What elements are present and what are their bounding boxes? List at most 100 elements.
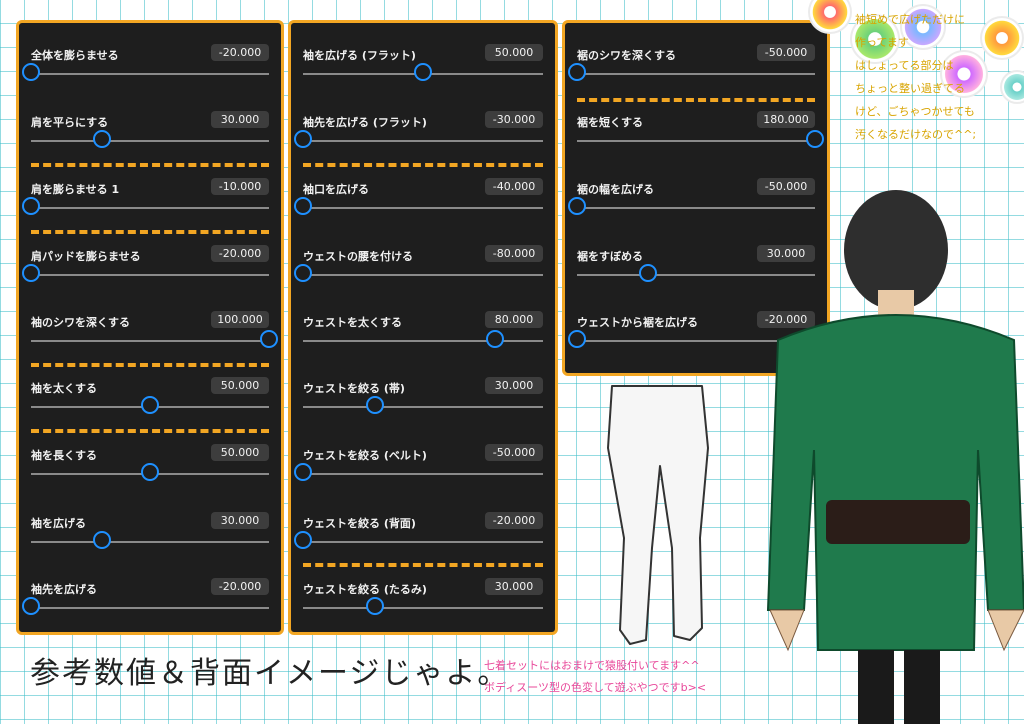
group-separator <box>31 429 269 433</box>
slider-value-field[interactable]: -20.000 <box>211 44 269 61</box>
slider-value-field[interactable]: 30.000 <box>211 111 269 128</box>
group-separator <box>303 563 543 567</box>
slider-label: 袖のシワを深くする <box>31 316 130 329</box>
slider-row: 袖先を広げる -20.000 <box>19 578 281 641</box>
slider-value-field[interactable]: 50.000 <box>485 44 543 61</box>
slider-value-field[interactable]: -20.000 <box>485 512 543 529</box>
slider-value-field[interactable]: 30.000 <box>485 578 543 595</box>
slider-track[interactable] <box>22 597 269 615</box>
slider-thumb[interactable] <box>22 264 40 282</box>
slider-track[interactable] <box>31 463 269 481</box>
slider-label: ウェストから裾を広げる <box>577 316 698 329</box>
slider-label: 肩を平らにする <box>31 116 109 129</box>
slider-track[interactable] <box>568 63 815 81</box>
slider-row: ウェストを太くする 80.000 <box>291 311 555 374</box>
group-separator <box>31 230 269 234</box>
slider-track[interactable] <box>31 330 278 348</box>
slider-thumb[interactable] <box>568 197 586 215</box>
slider-thumb[interactable] <box>486 330 504 348</box>
slider-track[interactable] <box>31 396 269 414</box>
note-line: 袖短めで広げただけに <box>855 13 965 26</box>
slider-track[interactable] <box>31 531 269 549</box>
slider-value-field[interactable]: -20.000 <box>211 578 269 595</box>
slider-track[interactable] <box>303 63 543 81</box>
slider-thumb[interactable] <box>414 63 432 81</box>
note-line: 汚くなるだけなので^^; <box>855 128 977 141</box>
slider-label: 裾を短くする <box>577 116 643 129</box>
slider-value-field[interactable]: 50.000 <box>211 444 269 461</box>
slider-label: 袖を広げる (フラット) <box>303 49 416 62</box>
group-separator <box>31 363 269 367</box>
slider-row: ウェストを絞る (帯) 30.000 <box>291 377 555 440</box>
slider-row: 袖口を広げる -40.000 <box>291 178 555 241</box>
slider-thumb[interactable] <box>93 130 112 148</box>
slider-track[interactable] <box>22 63 269 81</box>
slider-thumb[interactable] <box>366 396 384 414</box>
note-line: ボディスーツ型の色変して遊ぶやつですb>< <box>484 681 707 694</box>
slider-track[interactable] <box>577 130 824 148</box>
slider-track[interactable] <box>22 197 269 215</box>
slider-track[interactable] <box>294 130 543 148</box>
slider-thumb[interactable] <box>22 597 40 615</box>
slider-track[interactable] <box>294 531 543 549</box>
slider-value-field[interactable]: -50.000 <box>485 444 543 461</box>
slider-row: 袖を長くする 50.000 <box>19 444 281 507</box>
slider-row: ウェストを絞る (ベルト) -50.000 <box>291 444 555 507</box>
slider-value-field[interactable]: 180.000 <box>757 111 815 128</box>
slider-label: 裾をすぼめる <box>577 250 643 263</box>
slider-row: 袖を広げる (フラット) 50.000 <box>291 44 555 107</box>
slider-track[interactable] <box>303 396 543 414</box>
slider-thumb[interactable] <box>141 463 159 481</box>
slider-label: 全体を膨らませる <box>31 49 119 62</box>
slider-track[interactable] <box>294 264 543 282</box>
slider-value-field[interactable]: -80.000 <box>485 245 543 262</box>
note-line: ちょっと整い過ぎてる <box>855 82 965 95</box>
slider-thumb[interactable] <box>93 531 112 549</box>
slider-row: 裾を短くする 180.000 <box>565 111 827 174</box>
slider-track[interactable] <box>294 197 543 215</box>
slider-thumb[interactable] <box>141 396 159 414</box>
slider-thumb[interactable] <box>294 130 312 148</box>
slider-thumb[interactable] <box>22 63 40 81</box>
slider-value-field[interactable]: -10.000 <box>211 178 269 195</box>
slider-track[interactable] <box>303 330 543 348</box>
slider-thumb[interactable] <box>806 130 824 148</box>
slider-thumb[interactable] <box>294 463 312 481</box>
slider-value-field[interactable]: -30.000 <box>485 111 543 128</box>
slider-value-field[interactable]: -40.000 <box>485 178 543 195</box>
slider-value-field[interactable]: -50.000 <box>757 44 815 61</box>
slider-panel-waist: 袖を広げる (フラット) 50.000 袖先を広げる (フラット) -30.000 袖口… <box>288 20 558 635</box>
slider-thumb[interactable] <box>294 197 312 215</box>
slider-label: 袖先を広げる <box>31 583 97 596</box>
slider-thumb[interactable] <box>294 264 312 282</box>
slider-thumb[interactable] <box>568 330 586 348</box>
slider-value-field[interactable]: 30.000 <box>211 512 269 529</box>
note-line: 作ってます <box>855 36 909 49</box>
slider-label: 肩を膨らませる 1 <box>31 183 120 196</box>
group-separator <box>31 163 269 167</box>
slider-value-field[interactable]: -20.000 <box>211 245 269 262</box>
slider-label: 裾のシワを深くする <box>577 49 676 62</box>
slider-track[interactable] <box>303 597 543 615</box>
slider-thumb[interactable] <box>22 197 40 215</box>
slider-value-field[interactable]: 80.000 <box>485 311 543 328</box>
slider-label: ウェストを絞る (背面) <box>303 517 416 530</box>
leggings-illustration <box>607 385 709 645</box>
slider-value-field[interactable]: 100.000 <box>211 311 269 328</box>
slider-label: 袖を太くする <box>31 382 97 395</box>
slider-thumb[interactable] <box>568 63 586 81</box>
slider-label: ウェストを絞る (帯) <box>303 382 405 395</box>
slider-thumb[interactable] <box>294 531 312 549</box>
slider-value-field[interactable]: 50.000 <box>211 377 269 394</box>
slider-panel-upper: 全体を膨らませる -20.000 肩を平らにする 30.000 肩を膨らませる 1 -10… <box>16 20 284 635</box>
slider-row: ウェストを絞る (たるみ) 30.000 <box>291 578 555 641</box>
slider-track[interactable] <box>294 463 543 481</box>
slider-track[interactable] <box>31 130 269 148</box>
slider-thumb[interactable] <box>260 330 278 348</box>
slider-thumb[interactable] <box>639 264 658 282</box>
slider-label: 袖を長くする <box>31 449 97 462</box>
slider-value-field[interactable]: 30.000 <box>485 377 543 394</box>
handwritten-note-pink: 七着セットにはおまけで猿股付いてます^^ ボディスーツ型の色変して遊ぶやつですb>… <box>484 655 706 699</box>
slider-track[interactable] <box>22 264 269 282</box>
slider-thumb[interactable] <box>366 597 384 615</box>
